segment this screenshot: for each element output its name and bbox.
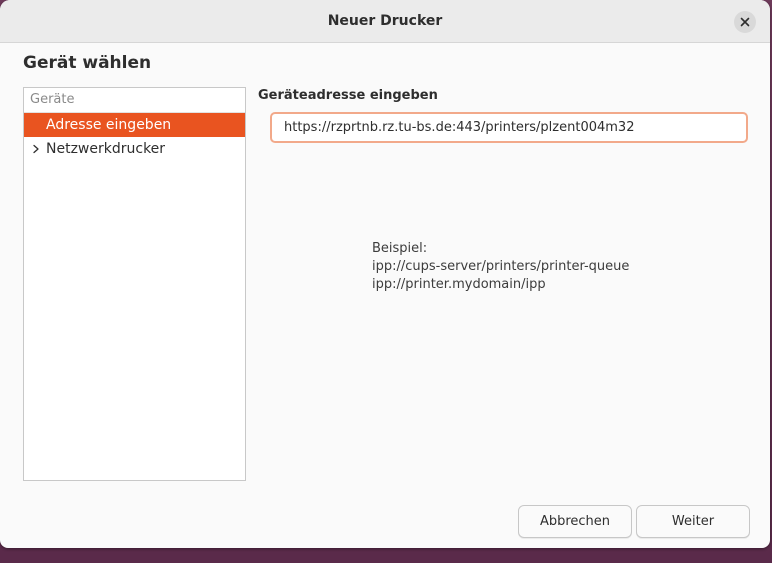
example-line-2: ipp://printer.mydomain/ipp (372, 277, 546, 292)
device-item-enter-address[interactable]: Adresse eingeben (24, 113, 245, 137)
close-icon (740, 17, 750, 27)
close-button[interactable] (734, 11, 756, 33)
cancel-button[interactable]: Abbrechen (518, 505, 632, 538)
example-line-1: ipp://cups-server/printers/printer-queue (372, 259, 630, 274)
chevron-right-icon[interactable] (30, 137, 42, 161)
device-list-header: Geräte (24, 88, 245, 113)
window-title: Neuer Drucker (327, 13, 443, 29)
device-list: Geräte Adresse eingeben Netzwerkdrucker (23, 87, 246, 481)
device-item-label: Adresse eingeben (46, 117, 172, 133)
example-text: Beispiel: ipp://cups-server/printers/pri… (372, 240, 629, 294)
next-button[interactable]: Weiter (636, 505, 750, 538)
device-item-network-printer[interactable]: Netzwerkdrucker (24, 137, 245, 161)
new-printer-dialog: Neuer Drucker Gerät wählen Geräte Adress… (0, 0, 770, 548)
page-heading: Gerät wählen (23, 53, 152, 73)
address-label: Geräteadresse eingeben (258, 88, 438, 103)
example-title: Beispiel: (372, 241, 428, 256)
title-bar: Neuer Drucker (0, 0, 770, 43)
device-item-label: Netzwerkdrucker (46, 141, 166, 157)
device-address-input[interactable] (270, 112, 748, 143)
